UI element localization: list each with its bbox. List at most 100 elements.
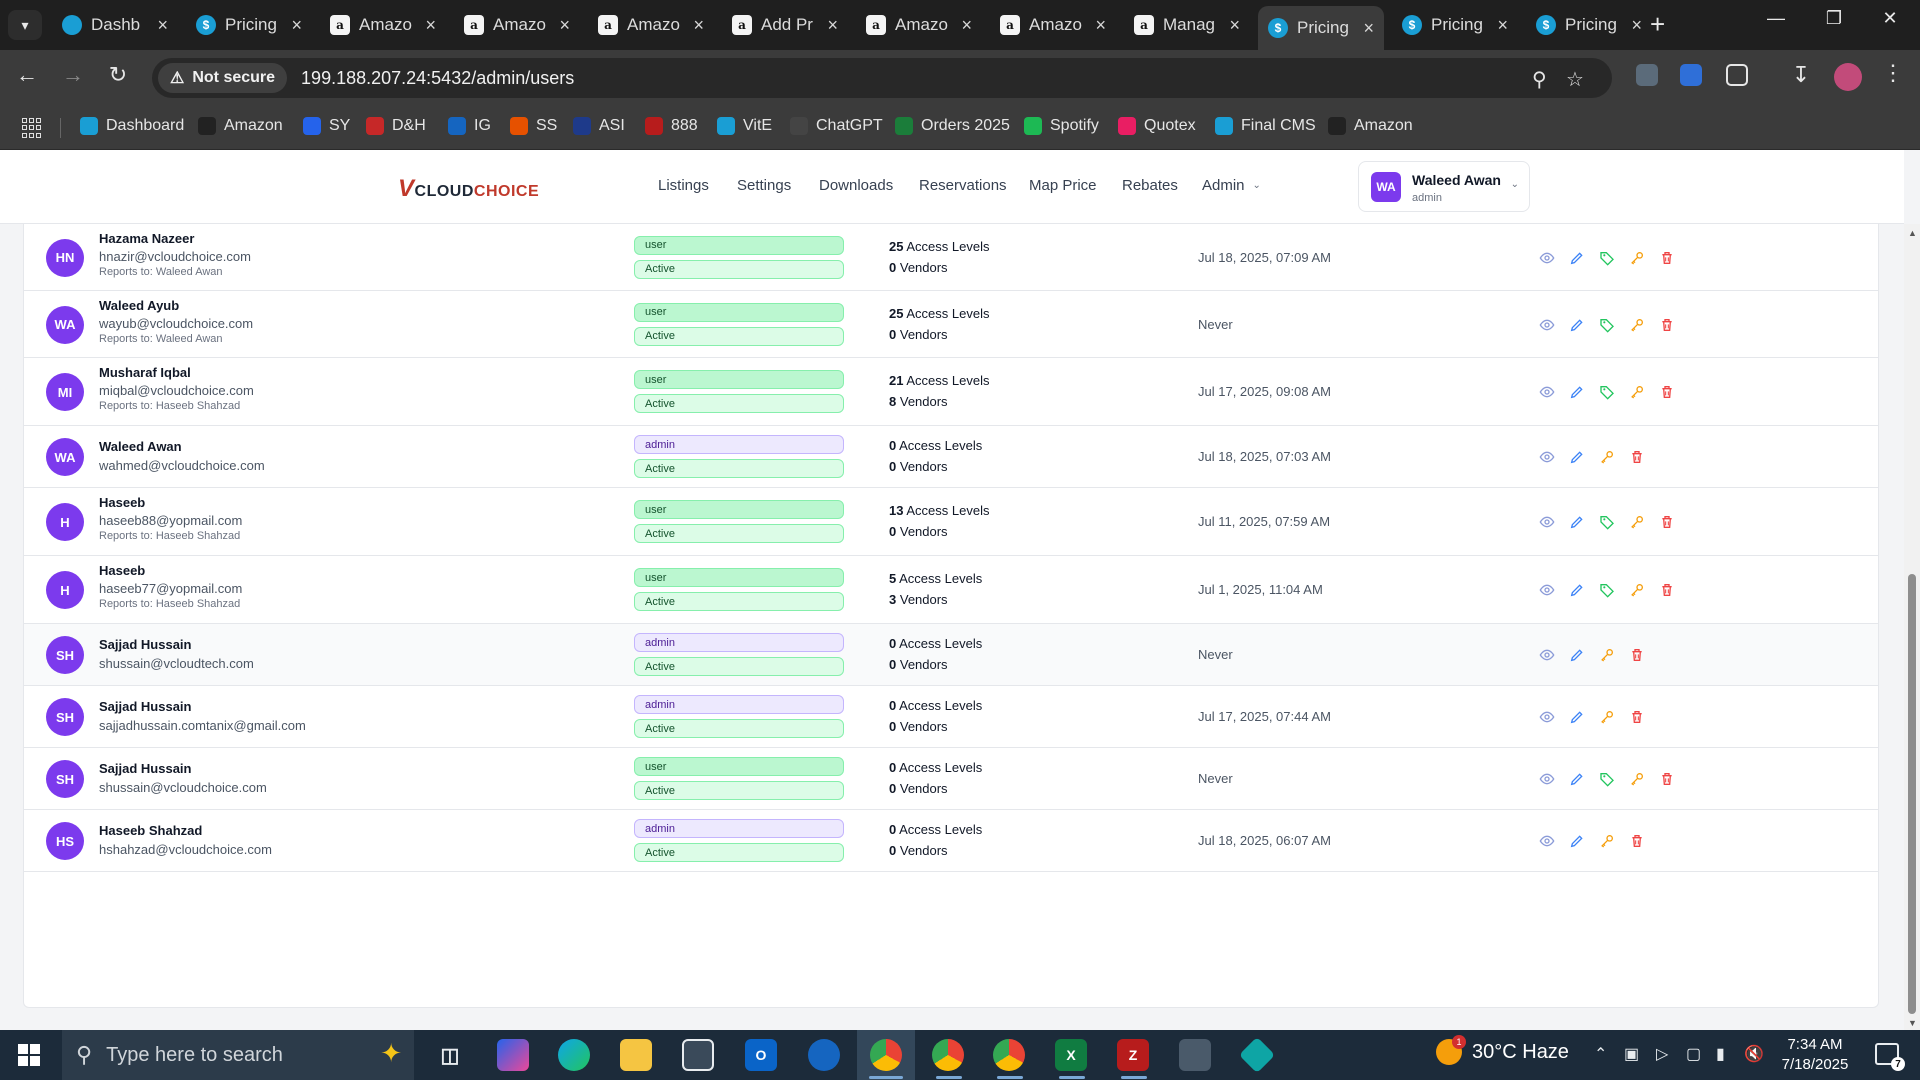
site-security-chip[interactable]: ⚠ Not secure (158, 63, 288, 93)
key-icon[interactable] (1598, 708, 1616, 726)
camera-icon[interactable]: ▷ (1656, 1044, 1668, 1064)
bookmark-item[interactable]: Amazon (198, 117, 283, 135)
zoom-icon[interactable]: ⚲ (1532, 67, 1547, 92)
close-tab-icon[interactable]: × (693, 15, 704, 36)
display-icon[interactable]: ▢ (1686, 1044, 1701, 1064)
notification-center-icon[interactable]: 7 (1875, 1043, 1905, 1071)
pencil-icon[interactable] (1568, 832, 1586, 850)
eye-icon[interactable] (1538, 448, 1556, 466)
taskbar-search[interactable]: ⚲ Type here to search ✦ (62, 1030, 414, 1080)
close-tab-icon[interactable]: × (961, 15, 972, 36)
key-icon[interactable] (1628, 249, 1646, 267)
trash-icon[interactable] (1658, 513, 1676, 531)
pencil-icon[interactable] (1568, 383, 1586, 401)
key-icon[interactable] (1628, 513, 1646, 531)
trash-icon[interactable] (1658, 383, 1676, 401)
page-scrollbar[interactable]: ▲ ▼ (1904, 224, 1920, 1030)
downloads-icon[interactable]: ↧ (1786, 62, 1816, 88)
chrome-icon[interactable] (993, 1039, 1025, 1071)
eye-icon[interactable] (1538, 646, 1556, 664)
tag-icon[interactable] (1598, 249, 1616, 267)
browser-tab[interactable]: $ Pricing × (186, 8, 312, 42)
edge-icon[interactable] (558, 1039, 590, 1071)
chrome-icon[interactable] (870, 1039, 902, 1071)
back-button[interactable]: ← (12, 62, 42, 88)
bookmark-item[interactable]: Quotex (1118, 117, 1196, 135)
bookmark-item[interactable]: Amazon (1328, 117, 1413, 135)
pencil-icon[interactable] (1568, 448, 1586, 466)
scroll-thumb[interactable] (1908, 574, 1916, 1014)
forward-button[interactable]: → (58, 62, 88, 88)
excel-icon[interactable]: X (1055, 1039, 1087, 1071)
close-tab-icon[interactable]: × (1095, 15, 1106, 36)
tag-icon[interactable] (1598, 770, 1616, 788)
reload-button[interactable]: ↻ (103, 62, 133, 88)
app-icon[interactable] (1238, 1036, 1276, 1074)
trash-icon[interactable] (1658, 316, 1676, 334)
close-tab-icon[interactable]: × (827, 15, 838, 36)
browser-tab[interactable]: a Amazo × (454, 8, 580, 42)
minimize-button[interactable]: — (1756, 8, 1796, 29)
tag-icon[interactable] (1598, 383, 1616, 401)
trash-icon[interactable] (1628, 708, 1646, 726)
url-text[interactable]: 199.188.207.24:5432/admin/users (301, 68, 574, 89)
eye-icon[interactable] (1538, 249, 1556, 267)
trash-icon[interactable] (1658, 581, 1676, 599)
eye-icon[interactable] (1538, 316, 1556, 334)
extensions-puzzle-icon[interactable] (1726, 64, 1748, 86)
bookmark-item[interactable]: Orders 2025 (895, 117, 1010, 135)
pencil-icon[interactable] (1568, 513, 1586, 531)
key-icon[interactable] (1628, 581, 1646, 599)
close-tab-icon[interactable]: × (425, 15, 436, 36)
close-tab-icon[interactable]: × (1631, 15, 1642, 36)
nav-settings[interactable]: Settings (737, 177, 791, 194)
browser-tab[interactable]: a Manag × (1124, 8, 1250, 42)
eye-icon[interactable] (1538, 770, 1556, 788)
filezilla-icon[interactable]: Z (1117, 1039, 1149, 1071)
apps-grid-icon[interactable] (22, 118, 42, 138)
nav-rebates[interactable]: Rebates (1122, 177, 1178, 194)
bookmark-item[interactable]: VitE (717, 117, 772, 135)
trash-icon[interactable] (1658, 770, 1676, 788)
nav-listings[interactable]: Listings (658, 177, 709, 194)
pencil-icon[interactable] (1568, 316, 1586, 334)
nav-map-price[interactable]: Map Price (1029, 177, 1097, 194)
close-tab-icon[interactable]: × (1497, 15, 1508, 36)
eye-icon[interactable] (1538, 581, 1556, 599)
bookmark-item[interactable]: Spotify (1024, 117, 1099, 135)
bookmark-item[interactable]: SY (303, 117, 350, 135)
trash-icon[interactable] (1628, 448, 1646, 466)
key-icon[interactable] (1628, 383, 1646, 401)
bookmark-item[interactable]: ASI (573, 117, 625, 135)
tag-icon[interactable] (1598, 513, 1616, 531)
outlook-icon[interactable]: O (745, 1039, 777, 1071)
eye-icon[interactable] (1538, 832, 1556, 850)
browser-menu-icon[interactable]: ⋮ (1882, 60, 1904, 86)
extension-icon[interactable] (1636, 64, 1658, 86)
bookmark-item[interactable]: IG (448, 117, 491, 135)
task-view-icon[interactable]: ◫ (434, 1039, 466, 1071)
trash-icon[interactable] (1658, 249, 1676, 267)
browser-tab[interactable]: Dashb × (52, 8, 178, 42)
pencil-icon[interactable] (1568, 646, 1586, 664)
key-icon[interactable] (1628, 316, 1646, 334)
bookmark-item[interactable]: SS (510, 117, 557, 135)
browser-tab[interactable]: a Amazo × (856, 8, 982, 42)
file-explorer-icon[interactable] (620, 1039, 652, 1071)
extension-icon[interactable] (1680, 64, 1702, 86)
eye-icon[interactable] (1538, 383, 1556, 401)
scroll-down-arrow[interactable]: ▼ (1908, 1018, 1917, 1028)
browser-tab[interactable]: $ Pricing × (1392, 8, 1518, 42)
close-tab-icon[interactable]: × (1363, 18, 1374, 39)
new-tab-button[interactable]: + (1650, 9, 1665, 40)
start-button[interactable] (18, 1044, 40, 1066)
chrome-icon[interactable] (932, 1039, 964, 1071)
pencil-icon[interactable] (1568, 249, 1586, 267)
browser-tab[interactable]: a Amazo × (320, 8, 446, 42)
trash-icon[interactable] (1628, 646, 1646, 664)
bookmark-item[interactable]: D&H (366, 117, 426, 135)
close-tab-icon[interactable]: × (1229, 15, 1240, 36)
store-icon[interactable] (682, 1039, 714, 1071)
profile-avatar[interactable] (1834, 63, 1862, 91)
maximize-button[interactable]: ❐ (1814, 8, 1854, 29)
